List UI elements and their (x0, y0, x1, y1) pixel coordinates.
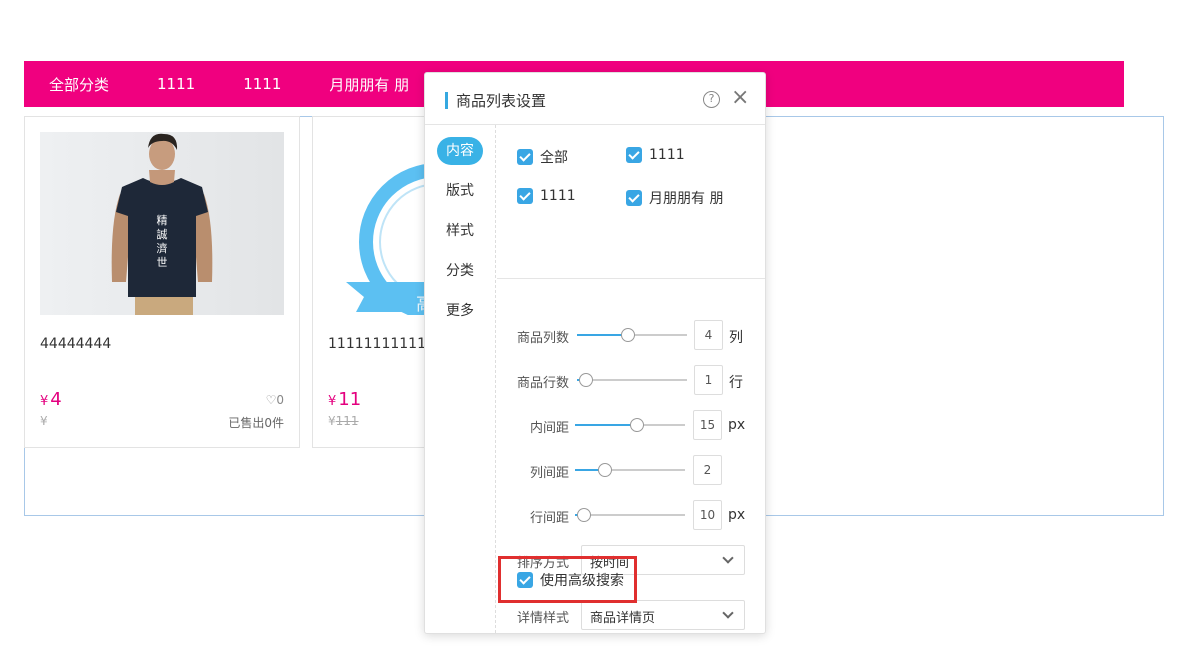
like-count[interactable]: ♡0 (266, 393, 284, 407)
category-item-all[interactable]: 全部分类 (49, 74, 109, 95)
product-image: 精 誠 濟 世 (40, 132, 284, 315)
product-title[interactable]: 44444444 (40, 336, 111, 352)
svg-text:精: 精 (157, 214, 168, 227)
dialog-header: 商品列表设置 ? × (425, 73, 765, 125)
product-list-settings-dialog: 商品列表设置 ? × 内容 版式 样式 分类 更多 全部 1111 1111 月… (424, 72, 766, 634)
slider-rows: 商品行数 1 行 (497, 365, 765, 395)
dialog-title: 商品列表设置 (456, 92, 547, 110)
slider-row-gap: 行间距 10 px (497, 500, 765, 530)
man-in-navy-tshirt-photo-icon: 精 誠 濟 世 (40, 132, 284, 315)
category-item-1111-a[interactable]: 1111 (157, 75, 195, 93)
category-checkbox-1111-a[interactable]: 1111 (626, 147, 685, 163)
section-divider (497, 278, 765, 279)
slider-handle[interactable] (577, 508, 591, 522)
tab-category[interactable]: 分类 (437, 257, 483, 285)
rows-value-input[interactable]: 1 (694, 365, 723, 395)
slider-handle[interactable] (630, 418, 644, 432)
tab-style[interactable]: 样式 (437, 217, 483, 245)
slider-handle[interactable] (621, 328, 636, 342)
svg-text:誠: 誠 (157, 228, 168, 241)
help-icon[interactable]: ? (703, 91, 720, 108)
detail-style-select[interactable]: 商品详情页 (581, 600, 745, 630)
slider-handle[interactable] (579, 373, 593, 387)
slider-fill (575, 424, 632, 426)
sold-count: 已售出0件 (228, 416, 284, 430)
close-icon[interactable]: × (731, 86, 749, 110)
checkbox-checked-icon[interactable] (517, 572, 533, 588)
checkbox-checked-icon[interactable] (517, 188, 533, 204)
slider-columns: 商品列数 4 列 (497, 320, 765, 350)
advanced-search-checkbox[interactable]: 使用高级搜索 (517, 570, 624, 590)
slider-inner-padding: 内间距 15 px (497, 410, 765, 440)
tab-layout[interactable]: 版式 (437, 177, 483, 205)
product-card[interactable]: 高 111111111111 ¥11 ¥111 (312, 116, 442, 448)
column-gap-value-input[interactable]: 2 (693, 455, 722, 485)
checkbox-checked-icon[interactable] (626, 147, 642, 163)
slider-track[interactable] (581, 379, 687, 381)
tab-more[interactable]: 更多 (437, 297, 483, 325)
settings-tabs: 内容 版式 样式 分类 更多 (425, 125, 496, 633)
tab-content[interactable]: 内容 (437, 137, 483, 165)
product-title[interactable]: 111111111111 (328, 336, 435, 352)
category-item-yue[interactable]: 月朋朋有 朋 (329, 74, 409, 95)
heart-icon: ♡ (265, 393, 277, 407)
slider-column-gap: 列间距 2 (497, 455, 765, 485)
chevron-down-icon (722, 607, 734, 619)
product-original-price: ¥ (40, 414, 48, 428)
product-price: ¥11 (328, 389, 362, 410)
category-checkbox-1111-b[interactable]: 1111 (517, 188, 576, 204)
columns-value-input[interactable]: 4 (694, 320, 723, 350)
chevron-down-icon (722, 552, 734, 564)
checkbox-checked-icon[interactable] (626, 190, 642, 206)
category-item-1111-b[interactable]: 1111 (243, 75, 281, 93)
category-checkbox-all[interactable]: 全部 (517, 147, 568, 167)
svg-text:濟: 濟 (157, 241, 168, 255)
row-gap-value-input[interactable]: 10 (693, 500, 722, 530)
category-checkbox-yue[interactable]: 月朋朋有 朋 (626, 188, 723, 208)
inner-padding-value-input[interactable]: 15 (693, 410, 722, 440)
svg-text:世: 世 (157, 256, 168, 269)
slider-handle[interactable] (598, 463, 613, 477)
checkbox-checked-icon[interactable] (517, 149, 533, 165)
slider-fill (575, 469, 601, 471)
title-accent-bar (445, 92, 448, 109)
product-card[interactable]: 精 誠 濟 世 44444444 ¥4 ¥ ♡0 已售出0件 (24, 116, 300, 448)
slider-track[interactable] (579, 514, 685, 516)
product-original-price: ¥111 (328, 414, 359, 428)
product-price: ¥4 (40, 389, 62, 410)
detail-style-row: 详情样式 商品详情页 (497, 600, 765, 630)
slider-fill (577, 334, 624, 336)
